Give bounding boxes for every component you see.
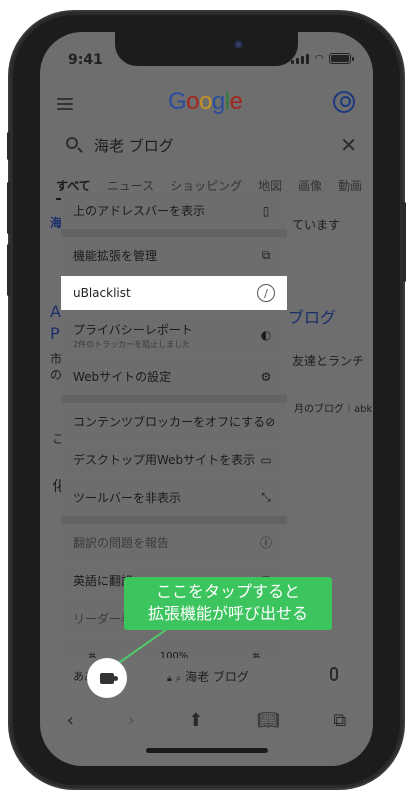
resize-icon: ⤡ (261, 490, 271, 504)
menu-item-hide-toolbar[interactable]: ツールバーを非表示 ⤡ (61, 479, 287, 516)
address-text: 🔒︎ ⌕ 海老 ブログ (167, 668, 249, 685)
screen: 9:41 ◠ Google 海老 ブログ ✕ すべて ニュース ショッピング 地… (40, 32, 373, 766)
info-icon: ⓘ (259, 536, 272, 550)
result-fragment: P (50, 324, 60, 343)
menu-item-report-translation[interactable]: 翻訳の問題を報告 ⓘ (61, 524, 287, 561)
phone-icon: ▯ (262, 203, 270, 218)
result-fragment: A (50, 302, 61, 321)
menu-item-website-settings[interactable]: Webサイトの設定 ⚙ (61, 358, 287, 395)
callout-line1: ここをタップすると (155, 582, 300, 601)
tab-images[interactable]: 画像 (298, 177, 322, 200)
menu-item-show-top-address-bar[interactable]: 上のアドレスバーを表示 ▯ (61, 192, 287, 229)
callout-line2: 拡張機能が呼び出せる (147, 604, 308, 623)
address-url: 海老 ブログ (185, 670, 249, 684)
mute-switch (7, 132, 10, 160)
google-logo: Google (168, 88, 243, 116)
tabs-icon[interactable]: ⧉ (333, 710, 346, 731)
status-time: 9:41 (68, 52, 103, 68)
wifi-icon: ◠ (314, 52, 324, 65)
logo-letter: g (211, 88, 225, 115)
logo-letter: o (186, 88, 200, 115)
logo-letter: e (229, 88, 243, 115)
home-indicator (146, 748, 268, 753)
menu-item-manage-extensions[interactable]: 機能拡張を管理 ⧉ (61, 237, 287, 274)
microphone-icon[interactable] (330, 667, 338, 681)
result-link[interactable]: 月のブログ｜abk (294, 400, 372, 415)
camera (234, 40, 243, 49)
menu-item-ublacklist[interactable]: uBlacklist ∕ (61, 276, 287, 310)
notch (115, 32, 298, 66)
bookmarks-icon[interactable]: 📖︎ (257, 710, 280, 731)
privacy-report-label: プライバシーレポート (73, 322, 193, 337)
volume-down-button (7, 244, 10, 296)
desktop-icon: ▭ (260, 452, 272, 467)
logo-letter: G (168, 88, 187, 115)
blocker-off-icon: ⊘ (265, 414, 276, 429)
extension-icon: ⧉ (261, 248, 271, 262)
settings-icon: ⚙ (260, 369, 272, 384)
bottom-toolbar: ‹ › ⬆︎ 📖︎ ⧉ (40, 702, 373, 738)
share-icon[interactable]: ⬆︎ (188, 710, 203, 731)
status-icons: ◠ (291, 52, 354, 65)
menu-divider (61, 516, 287, 524)
annotation-callout: ここをタップすると 拡張機能が呼び出せる (124, 577, 332, 630)
menu-divider (61, 395, 287, 403)
search-icon: ⌕ (175, 673, 182, 684)
extension-button[interactable] (87, 658, 127, 698)
search-query[interactable]: 海老 ブログ (94, 135, 174, 156)
result-snippet: 友達とランチ (292, 354, 365, 368)
forward-icon[interactable]: › (128, 710, 135, 731)
menu-divider (61, 229, 287, 237)
power-button (403, 202, 406, 282)
back-icon[interactable]: ‹ (67, 710, 74, 731)
menu-icon[interactable] (57, 98, 73, 110)
result-snippet: ています (292, 218, 341, 232)
result-title[interactable]: ブログ (288, 304, 336, 328)
lock-icon: 🔒︎ (167, 674, 172, 684)
block-icon: ∕ (257, 284, 275, 302)
puzzle-icon (100, 672, 118, 684)
close-icon[interactable]: ✕ (340, 133, 357, 157)
logo-letter: o (199, 88, 212, 115)
search-icon (66, 137, 78, 149)
menu-item-privacy-report[interactable]: プライバシーレポート 2件のトラッカーを阻止しました ◐ (61, 314, 287, 356)
privacy-report-sub: 2件のトラッカーを阻止しました (73, 339, 191, 349)
volume-up-button (7, 182, 10, 234)
battery-icon (329, 53, 354, 64)
account-icon[interactable] (333, 91, 355, 113)
menu-item-request-desktop-site[interactable]: デスクトップ用Webサイトを表示 ▭ (61, 441, 287, 478)
shield-icon: ◐ (260, 328, 272, 342)
search-bar[interactable]: 海老 ブログ ✕ (50, 127, 363, 163)
menu-item-disable-content-blockers[interactable]: コンテンツブロッカーをオフにする ⊘ (61, 403, 287, 440)
tab-videos[interactable]: 動画 (338, 177, 362, 200)
